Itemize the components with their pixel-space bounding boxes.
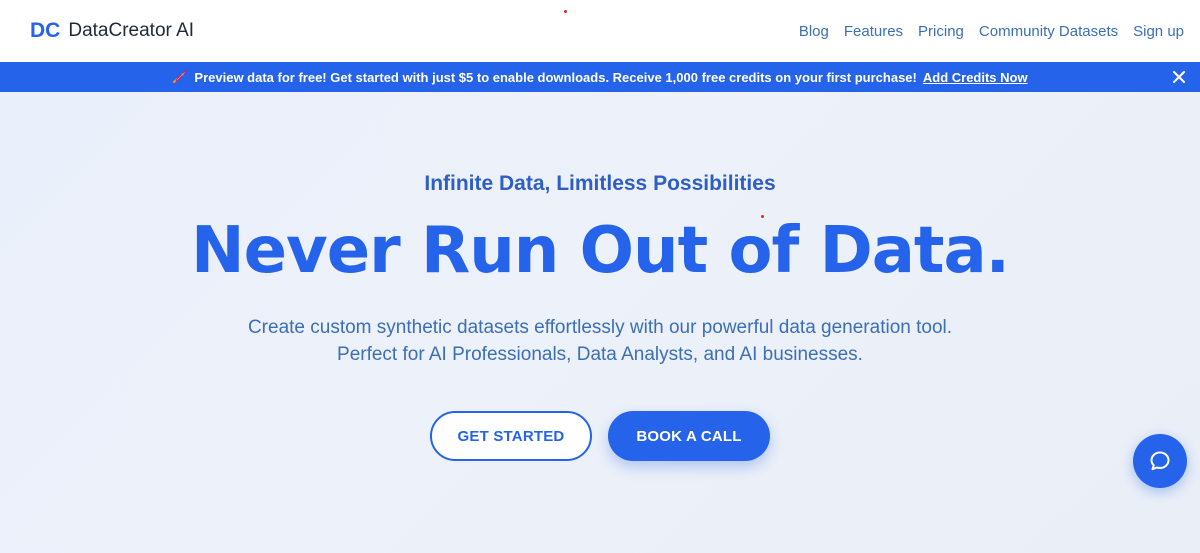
- hero-subtitle: Create custom synthetic datasets effortl…: [0, 314, 1200, 368]
- book-a-call-button[interactable]: BOOK A CALL: [608, 411, 770, 461]
- brand-mark: DC: [30, 19, 61, 42]
- brand-logo[interactable]: DC DataCreator AI: [30, 19, 194, 43]
- cursor-dot: [564, 10, 567, 13]
- get-started-button[interactable]: GET STARTED: [430, 411, 592, 461]
- main-nav: Blog Features Pricing Community Datasets…: [799, 23, 1184, 40]
- cursor-dot-2: [761, 215, 764, 218]
- nav-link-pricing[interactable]: Pricing: [918, 23, 964, 40]
- nav-link-blog[interactable]: Blog: [799, 23, 829, 40]
- hero-subtitle-line2: Perfect for AI Professionals, Data Analy…: [337, 344, 863, 365]
- site-header: DC DataCreator AI Blog Features Pricing …: [0, 0, 1200, 62]
- banner-text: Preview data for free! Get started with …: [194, 69, 917, 85]
- hero-title: Never Run Out of Data.: [191, 214, 1010, 288]
- rocket-icon: [172, 70, 188, 84]
- hero-kicker: Infinite Data, Limitless Possibilities: [424, 172, 776, 195]
- nav-link-sign-up[interactable]: Sign up: [1133, 23, 1184, 40]
- hero-subtitle-line1: Create custom synthetic datasets effortl…: [247, 317, 953, 338]
- nav-link-features[interactable]: Features: [844, 23, 903, 40]
- chat-bubble-icon: [1150, 451, 1170, 471]
- add-credits-link[interactable]: Add Credits Now: [923, 70, 1028, 85]
- hero-section: Infinite Data, Limitless Possibilities N…: [0, 92, 1200, 553]
- hero-buttons: GET STARTED BOOK A CALL: [0, 411, 1200, 461]
- nav-link-community-datasets[interactable]: Community Datasets: [979, 23, 1118, 40]
- announcement-banner: Preview data for free! Get started with …: [0, 62, 1200, 92]
- banner-content: Preview data for free! Get started with …: [172, 69, 1028, 85]
- brand-name: DataCreator AI: [68, 20, 195, 41]
- chat-widget-button[interactable]: [1133, 434, 1187, 488]
- close-icon[interactable]: [1170, 68, 1188, 86]
